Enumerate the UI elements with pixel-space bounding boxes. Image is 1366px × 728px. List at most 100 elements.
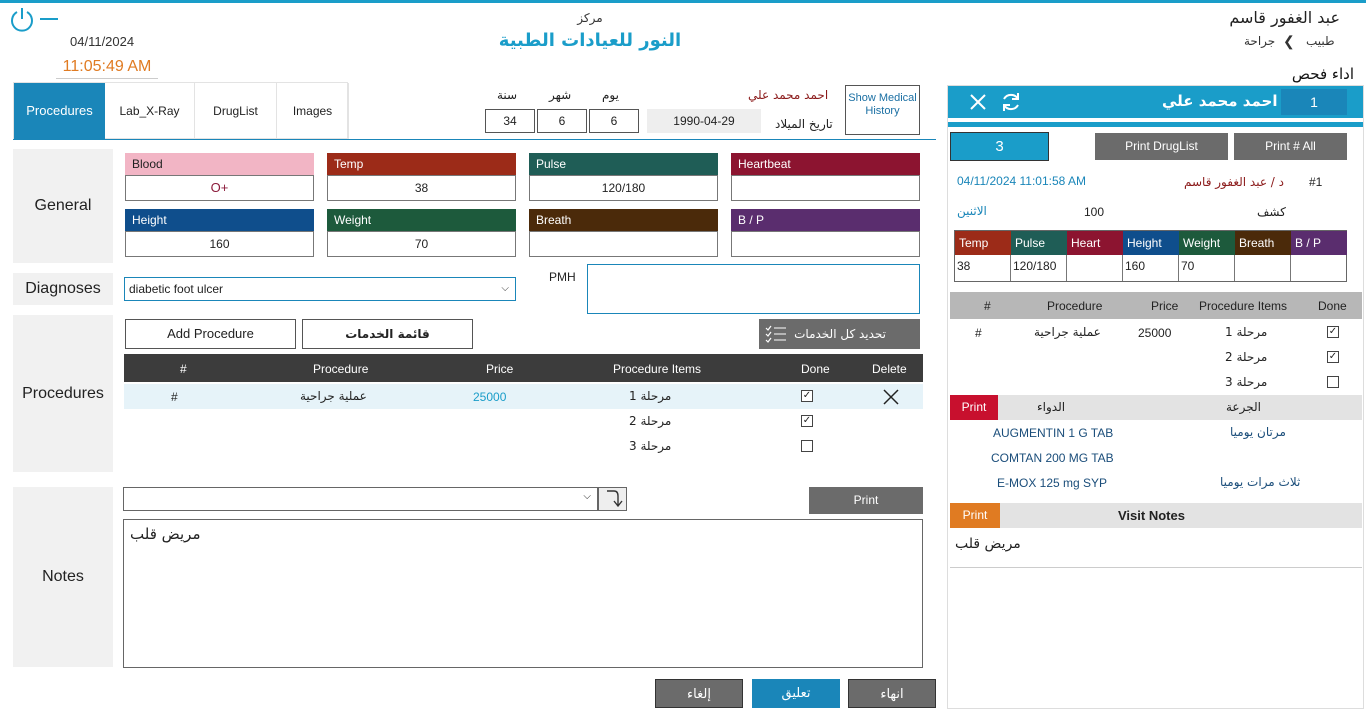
vital-heartbeat-label: Heartbeat	[731, 153, 920, 175]
vital-blood-label: Blood	[125, 153, 314, 175]
rp-drug-name: COMTAN 200 MG TAB	[991, 451, 1114, 465]
rp-vital-value: 38	[955, 255, 1011, 281]
notes-print-button[interactable]: Print	[809, 487, 923, 514]
vital-breath-label: Breath	[529, 209, 718, 231]
vital-bp-value[interactable]	[731, 231, 920, 257]
minimize-icon[interactable]	[40, 18, 58, 20]
rp-vital-value	[1067, 255, 1123, 281]
col-done: Done	[801, 362, 830, 376]
select-all-services-label: تحديد كل الخدمات	[794, 327, 886, 341]
procedures-table-header: # Procedure Price Procedure Items Done D…	[124, 354, 923, 382]
user-dept: جراحة	[1244, 34, 1276, 48]
vital-weight: Weight 70	[327, 209, 516, 257]
tab-procedures[interactable]: Procedures	[14, 83, 105, 139]
suspend-button[interactable]: تعليق	[752, 679, 840, 708]
procedure-item-name: مرحلة 3	[629, 439, 672, 453]
arrow-down-turn-icon	[607, 490, 623, 508]
close-icon[interactable]	[970, 94, 986, 110]
year-label: سنة	[497, 88, 518, 102]
rp-vital-header: Pulse	[1011, 231, 1067, 255]
pmh-textarea[interactable]	[587, 264, 920, 314]
vital-heartbeat-value[interactable]	[731, 175, 920, 201]
vital-height-label: Height	[125, 209, 314, 231]
vital-pulse-label: Pulse	[529, 153, 718, 175]
done-checkbox[interactable]: ✓	[801, 390, 813, 402]
rp-visit-count[interactable]: 3	[950, 132, 1049, 161]
rp-done-checkbox	[1327, 376, 1339, 388]
show-medical-history-button[interactable]: Show Medical History	[845, 85, 920, 135]
rp-visit-day: الاثنين	[957, 204, 987, 218]
tab-lab-xray[interactable]: Lab_X-Ray	[105, 83, 195, 139]
rp-visit-datetime: 04/11/2024 11:01:58 AM	[957, 174, 1086, 188]
tabs-bar: Procedures Lab_X-Ray DrugList Images	[13, 82, 349, 139]
print-all-button[interactable]: Print # All	[1234, 133, 1347, 160]
top-accent-bar	[0, 0, 1366, 3]
vital-pulse: Pulse 120/180	[529, 153, 718, 201]
finish-button[interactable]: انهاء	[848, 679, 936, 708]
vital-heartbeat: Heartbeat	[731, 153, 920, 201]
rp-vital-value: 160	[1123, 255, 1179, 281]
select-all-services-button[interactable]: تحديد كل الخدمات	[759, 319, 920, 349]
page-action-title: اداء فحص	[1291, 65, 1354, 83]
done-checkbox[interactable]	[801, 440, 813, 452]
diagnosis-select[interactable]: diabetic foot ulcer ⌵	[124, 277, 516, 301]
rp-drug-name: AUGMENTIN 1 G TAB	[993, 426, 1114, 440]
vital-height-value[interactable]: 160	[125, 231, 314, 257]
rp-notes-text: مريض قلب	[955, 536, 1021, 552]
power-icon[interactable]	[8, 6, 36, 34]
vital-weight-value[interactable]: 70	[327, 231, 516, 257]
header-top-label: مركز	[577, 11, 603, 25]
vital-temp-value[interactable]: 38	[327, 175, 516, 201]
rp-col-done: Done	[1318, 299, 1347, 313]
rp-col-price: Price	[1151, 299, 1179, 313]
vital-height: Height 160	[125, 209, 314, 257]
rp-drug-name: E-MOX 125 mg SYP	[997, 476, 1108, 490]
clinic-name: النور للعيادات الطبية	[498, 30, 682, 51]
user-name: عبد الغفور قاسم	[1229, 8, 1340, 27]
general-section-label: General	[13, 149, 113, 263]
rp-vital-value: 70	[1179, 255, 1235, 281]
age-day-field[interactable]: 6	[589, 109, 639, 133]
notes-section-label: Notes	[13, 487, 113, 667]
rp-item-name: مرحلة 3	[1225, 375, 1268, 389]
notes-template-select[interactable]: ⌵	[123, 487, 598, 511]
tab-images[interactable]: Images	[277, 83, 349, 139]
rp-col-procedure: Procedure	[1047, 299, 1103, 313]
add-procedure-button[interactable]: Add Procedure	[125, 319, 296, 349]
age-year-field[interactable]: 34	[485, 109, 535, 133]
vital-bp-label: B / P	[731, 209, 920, 231]
patient-header-bar: احمد محمد علي 1	[948, 86, 1363, 118]
rp-notes-print-button[interactable]: Print	[950, 503, 1000, 528]
delete-x-icon[interactable]	[883, 389, 899, 405]
rp-drug-print-button[interactable]: Print	[950, 395, 998, 420]
vital-breath: Breath	[529, 209, 718, 257]
vital-pulse-value[interactable]: 120/180	[529, 175, 718, 201]
vital-weight-label: Weight	[327, 209, 516, 231]
vital-blood-value[interactable]: O+	[125, 175, 314, 201]
rp-notes-header: Print Visit Notes	[950, 503, 1362, 528]
tab-druglist[interactable]: DrugList	[195, 83, 277, 139]
rp-col-num: #	[984, 299, 991, 313]
vital-breath-value[interactable]	[529, 231, 718, 257]
notes-textarea[interactable]: مريض قلب	[123, 519, 923, 668]
done-checkbox[interactable]: ✓	[801, 415, 813, 427]
rp-accent-strip	[948, 122, 1363, 127]
rp-vital-value	[1235, 255, 1291, 281]
rp-vital-header: Temp	[955, 231, 1011, 255]
rp-doctor: د / عبد الغفور قاسم	[1184, 175, 1285, 189]
services-list-button[interactable]: قائمة الخدمات	[302, 319, 473, 349]
rp-vital-header: Weight	[1179, 231, 1235, 255]
refresh-icon[interactable]	[1000, 91, 1022, 113]
cancel-button[interactable]: إلغاء	[655, 679, 743, 708]
rp-vital-header: Breath	[1235, 231, 1291, 255]
dob-field[interactable]: 1990-04-29	[647, 109, 761, 133]
vital-temp-label: Temp	[327, 153, 516, 175]
rp-patient-name: احمد محمد علي	[1162, 92, 1278, 110]
rp-notes-divider	[950, 567, 1362, 568]
rp-row-name: عملية جراحية	[1034, 325, 1101, 339]
print-druglist-button[interactable]: Print DrugList	[1095, 133, 1228, 160]
age-month-field[interactable]: 6	[537, 109, 587, 133]
insert-template-button[interactable]	[598, 487, 627, 511]
chevron-down-icon: ⌵	[501, 283, 509, 294]
dob-label: تاريخ الميلاد	[775, 117, 833, 131]
